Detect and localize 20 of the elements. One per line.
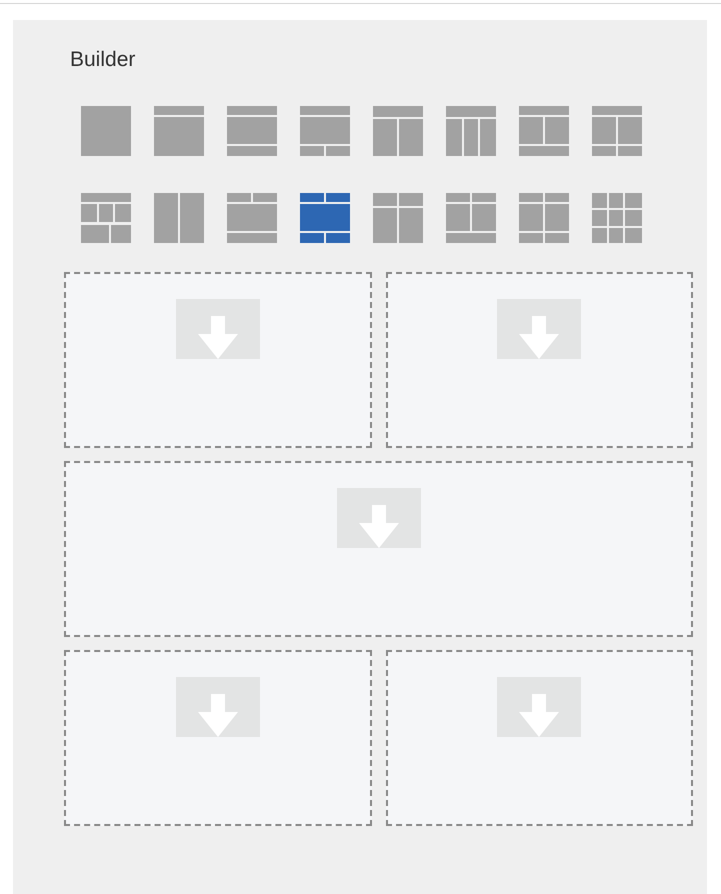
layout-option[interactable] [300,106,350,156]
panel-title: Builder [70,48,136,73]
drop-zone[interactable] [64,272,372,448]
layout-option[interactable] [300,193,350,243]
drop-zone[interactable] [386,272,693,448]
layout-option[interactable] [446,106,496,156]
layout-option[interactable] [373,193,423,243]
layout-option[interactable] [519,106,569,156]
layout-option[interactable] [154,106,204,156]
layout-option[interactable] [227,106,277,156]
layout-option[interactable] [592,106,642,156]
layout-option[interactable] [81,193,131,243]
layout-option[interactable] [519,193,569,243]
layout-option[interactable] [373,106,423,156]
layout-option[interactable] [227,193,277,243]
layout-option[interactable] [446,193,496,243]
drop-zone[interactable] [386,650,693,826]
drop-zone[interactable] [64,650,372,826]
layout-option[interactable] [154,193,204,243]
layout-option[interactable] [592,193,642,243]
